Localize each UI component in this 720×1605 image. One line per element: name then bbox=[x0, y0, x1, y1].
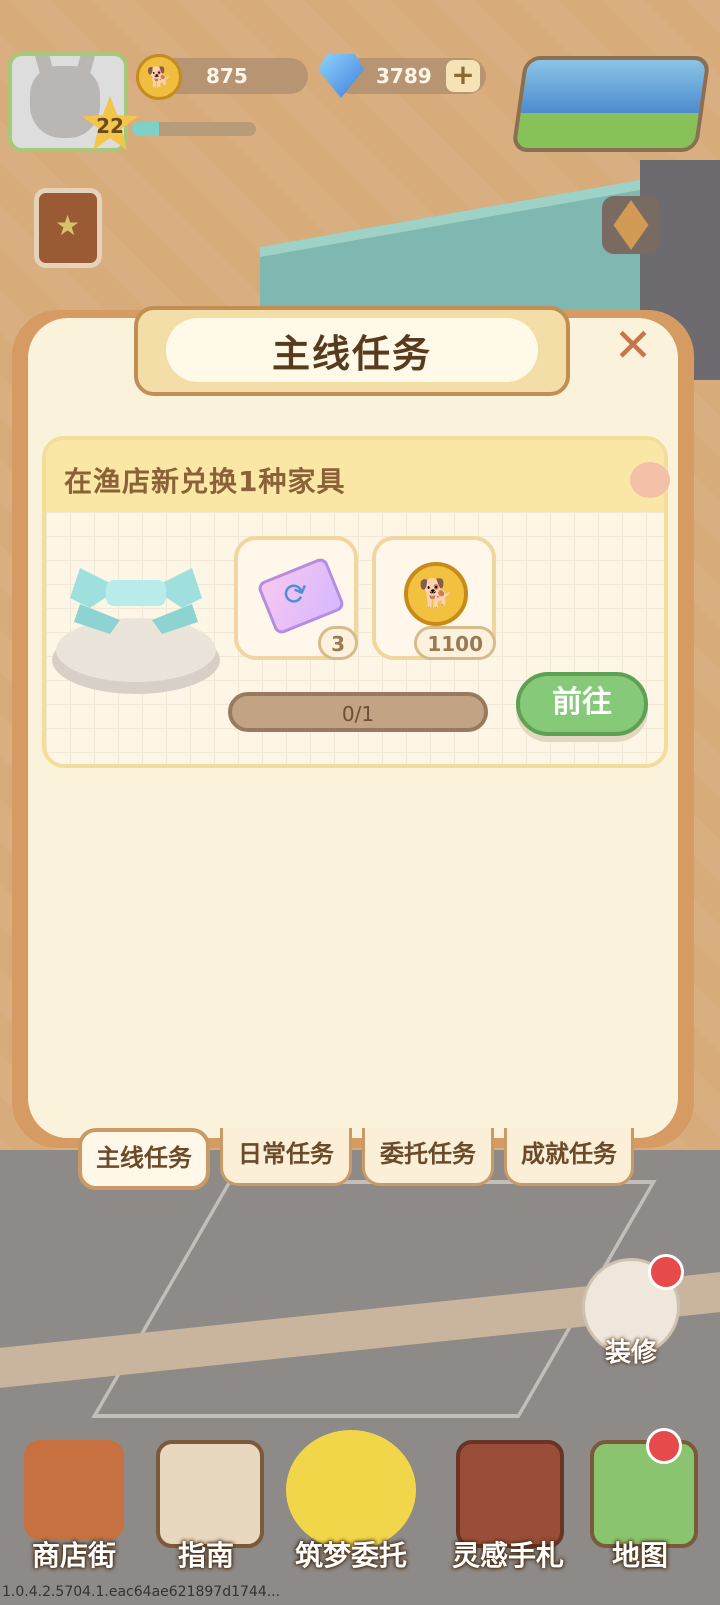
nav-dream-commission[interactable]: 筑梦委托 bbox=[276, 1430, 426, 1590]
xp-bar bbox=[132, 122, 256, 136]
guide-book-icon bbox=[156, 1440, 264, 1548]
rabbit-icon bbox=[30, 66, 100, 138]
reward-slot[interactable]: 3 bbox=[234, 536, 358, 660]
nav-map[interactable]: 地图 bbox=[570, 1430, 710, 1590]
heart-decoration-icon bbox=[630, 462, 670, 498]
nav-label: 地图 bbox=[611, 1539, 668, 1572]
coin-value: 875 bbox=[206, 64, 248, 88]
task-progress-bar: 0/1 bbox=[228, 692, 488, 732]
notification-dot bbox=[648, 1254, 684, 1290]
nav-label: 灵感手札 bbox=[451, 1539, 564, 1572]
tab-main-quest[interactable]: 主线任务 bbox=[78, 1128, 210, 1190]
box-button[interactable] bbox=[602, 196, 660, 254]
quill-book-icon bbox=[456, 1440, 564, 1548]
panel-title: 主线任务 bbox=[271, 331, 432, 376]
go-button[interactable]: 前往 bbox=[516, 672, 648, 736]
close-button[interactable]: ✕ bbox=[610, 322, 656, 368]
nav-label: 筑梦委托 bbox=[294, 1539, 407, 1572]
album-button[interactable] bbox=[34, 188, 102, 268]
add-gems-button[interactable]: + bbox=[446, 60, 480, 92]
bottom-nav: 商店街 指南 筑梦委托 灵感手札 地图 bbox=[0, 1430, 720, 1605]
nav-label: 商店街 bbox=[31, 1539, 116, 1572]
reward-slot[interactable]: 🐕 1100 bbox=[372, 536, 496, 660]
nav-shop-street[interactable]: 商店街 bbox=[4, 1430, 144, 1590]
title-plate: 主线任务 bbox=[134, 306, 570, 396]
notification-dot bbox=[646, 1428, 682, 1464]
map-pin-icon bbox=[590, 1440, 698, 1548]
shop-icon bbox=[24, 1440, 124, 1540]
nav-guide[interactable]: 指南 bbox=[136, 1430, 276, 1590]
notebook-icon bbox=[286, 1430, 416, 1550]
level-number: 22 bbox=[96, 114, 124, 138]
reward-count: 1100 bbox=[414, 626, 496, 660]
map-preview[interactable] bbox=[511, 56, 711, 152]
xp-fill bbox=[132, 122, 160, 136]
tab-commission-quest[interactable]: 委托任务 bbox=[362, 1128, 494, 1186]
gold-coin-icon: 🐕 bbox=[404, 562, 468, 626]
furniture-icon bbox=[52, 568, 220, 694]
reward-count: 3 bbox=[318, 626, 358, 660]
task-title: 在渔店新兑换1种家具 bbox=[64, 465, 346, 498]
gem-value: 3789 bbox=[376, 64, 432, 88]
tab-daily-quest[interactable]: 日常任务 bbox=[220, 1128, 352, 1186]
exchange-ticket-icon bbox=[256, 556, 346, 636]
tab-achievement-quest[interactable]: 成就任务 bbox=[504, 1128, 634, 1186]
quest-tabs: 主线任务 日常任务 委托任务 成就任务 bbox=[74, 1128, 644, 1192]
nav-inspiration-notes[interactable]: 灵感手札 bbox=[436, 1430, 580, 1590]
nav-label: 指南 bbox=[177, 1539, 234, 1572]
progress-text: 0/1 bbox=[341, 702, 375, 726]
coin-icon: 🐕 bbox=[136, 54, 182, 100]
decorate-label: 装修 bbox=[604, 1338, 657, 1368]
version-text: 1.0.4.2.5704.1.eac64ae621897d1744... bbox=[2, 1584, 281, 1600]
